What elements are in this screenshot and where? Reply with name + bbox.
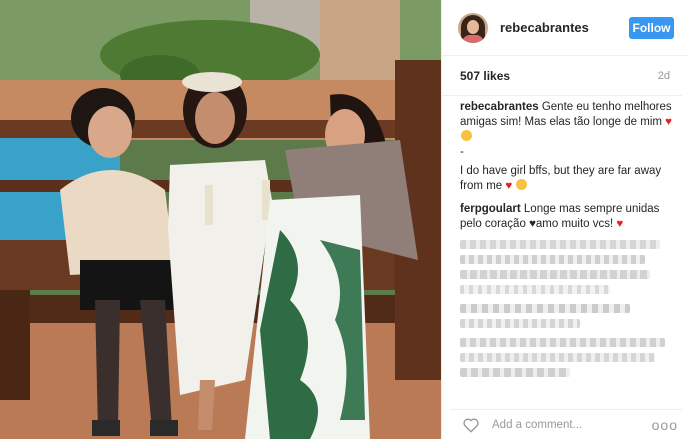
caption-username[interactable]: rebecabrantes bbox=[460, 101, 539, 113]
post-timestamp[interactable]: 2d bbox=[658, 70, 670, 82]
sad-emoji-icon bbox=[461, 130, 472, 141]
blurred-line bbox=[460, 353, 655, 362]
photo-illustration bbox=[0, 0, 441, 439]
blurred-comment bbox=[460, 240, 678, 294]
blurred-line bbox=[460, 270, 650, 279]
post-meta: 507 likes 2d bbox=[442, 56, 682, 96]
post-sidebar: rebecabrantes Follow 507 likes 2d rebeca… bbox=[441, 0, 688, 439]
heart-emoji-icon: ♥ bbox=[505, 180, 513, 192]
comment-bar: Add a comment... ooo bbox=[450, 409, 682, 439]
heart-emoji-icon: ♥ bbox=[616, 218, 624, 230]
post-header: rebecabrantes Follow bbox=[442, 0, 688, 56]
black-heart-icon: ♥ bbox=[529, 218, 536, 230]
avatar[interactable] bbox=[458, 12, 488, 43]
comment-item: ferpgoulart Longe mas sempre unidas pelo… bbox=[460, 202, 678, 232]
blurred-line bbox=[460, 285, 610, 294]
add-comment-input[interactable]: Add a comment... bbox=[492, 419, 652, 431]
blurred-line bbox=[460, 240, 660, 249]
comments-list: rebecabrantes Gente eu tenho melhores am… bbox=[442, 96, 688, 377]
more-options-icon[interactable]: ooo bbox=[652, 417, 682, 433]
blurred-line bbox=[460, 319, 580, 328]
like-heart-icon[interactable] bbox=[462, 416, 480, 434]
likes-count[interactable]: 507 likes bbox=[460, 69, 510, 83]
blurred-line bbox=[460, 304, 630, 313]
blurred-comment bbox=[460, 304, 678, 328]
caption-translation: I do have girl bffs, but they are far aw… bbox=[460, 165, 662, 192]
comment-text-cont: amo muito vcs! bbox=[535, 218, 614, 230]
blurred-line bbox=[460, 255, 645, 264]
comment-username[interactable]: ferpgoulart bbox=[460, 203, 521, 215]
blurred-line bbox=[460, 338, 665, 347]
blurred-line bbox=[460, 368, 570, 377]
post-photo[interactable] bbox=[0, 0, 441, 439]
caption-dash: - bbox=[460, 146, 464, 158]
author-username[interactable]: rebecabrantes bbox=[500, 20, 629, 35]
instagram-post: rebecabrantes Follow 507 likes 2d rebeca… bbox=[0, 0, 688, 439]
caption: rebecabrantes Gente eu tenho melhores am… bbox=[460, 100, 678, 194]
heart-emoji-icon: ♥ bbox=[665, 116, 672, 128]
follow-button[interactable]: Follow bbox=[629, 16, 674, 39]
sad-emoji-icon bbox=[516, 179, 528, 190]
blurred-comment bbox=[460, 338, 678, 377]
